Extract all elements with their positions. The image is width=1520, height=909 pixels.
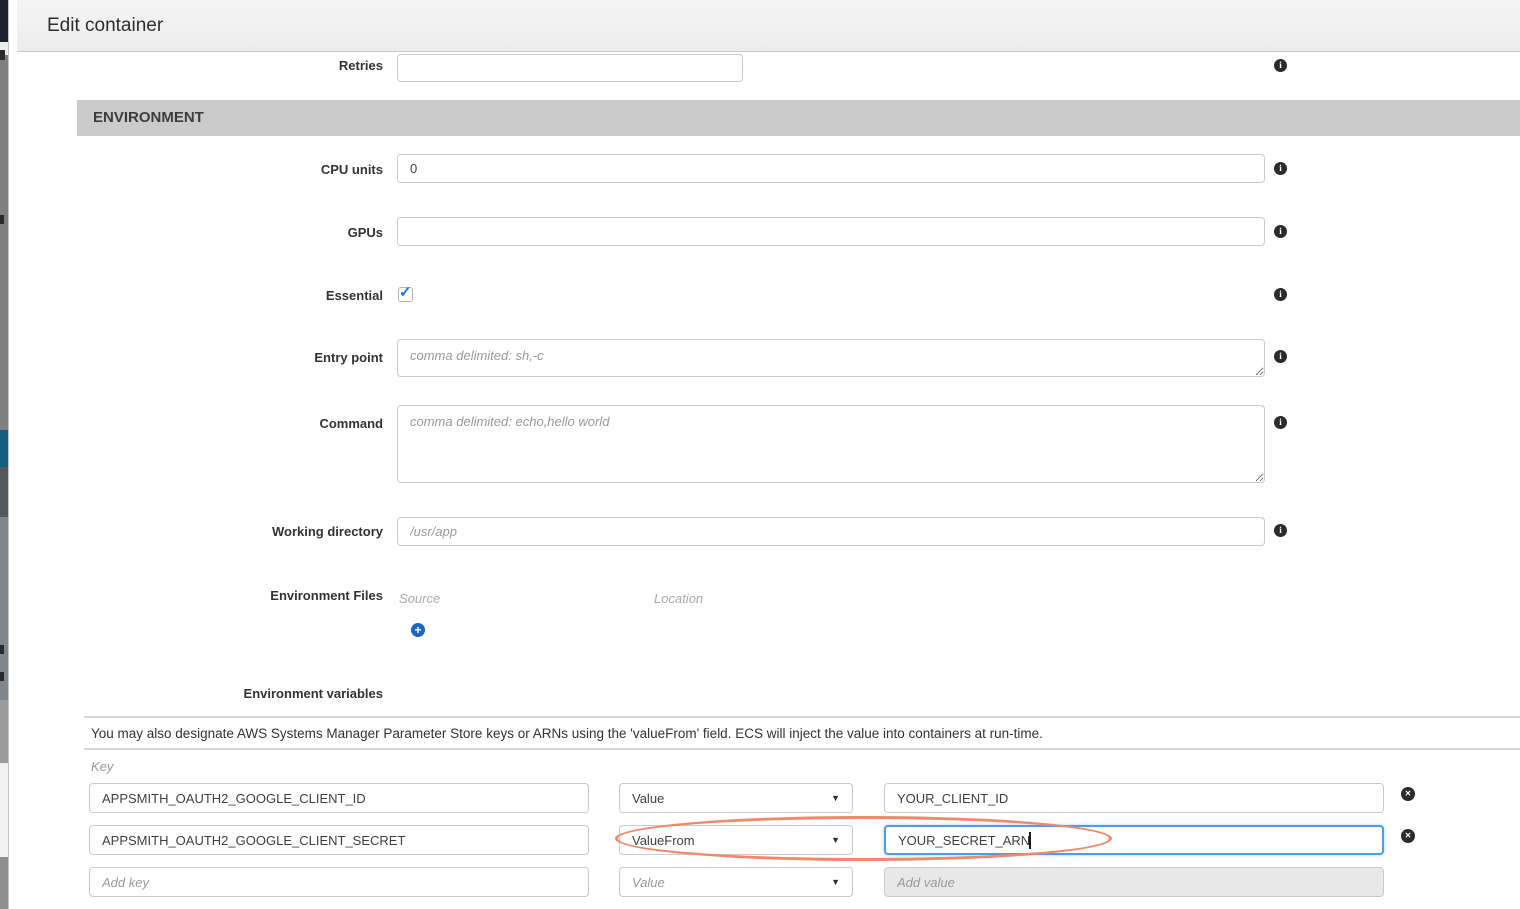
retries-label: Retries — [17, 58, 383, 73]
env-var-key-input[interactable] — [89, 783, 589, 813]
entry-point-label: Entry point — [17, 350, 383, 365]
select-value: Value — [632, 791, 664, 806]
command-input[interactable] — [397, 405, 1265, 483]
info-icon[interactable]: i — [1274, 225, 1287, 238]
entry-point-input[interactable] — [397, 339, 1265, 377]
env-var-value-input-focused[interactable] — [884, 825, 1384, 855]
text-caret — [1029, 832, 1031, 849]
env-var-type-select[interactable]: Value ▼ — [619, 867, 853, 897]
chevron-down-icon: ▼ — [831, 793, 840, 803]
command-label: Command — [17, 416, 383, 431]
select-value: Value — [632, 875, 665, 890]
env-var-type-select[interactable]: ValueFrom ▼ — [619, 825, 853, 855]
divider — [84, 716, 1520, 718]
gpus-label: GPUs — [17, 225, 383, 240]
add-environment-file-button[interactable]: + — [411, 623, 425, 637]
environment-files-label: Environment Files — [17, 588, 383, 603]
info-icon[interactable]: i — [1274, 416, 1287, 429]
env-files-source-header: Source — [399, 591, 440, 606]
env-var-key-input[interactable] — [89, 825, 589, 855]
dialog-header: Edit container — [17, 0, 1520, 52]
env-var-value-input[interactable] — [884, 783, 1384, 813]
essential-checkbox[interactable]: ✓ — [398, 287, 413, 302]
info-icon[interactable]: i — [1274, 350, 1287, 363]
plus-icon: + — [414, 624, 421, 636]
env-var-type-select[interactable]: Value ▼ — [619, 783, 853, 813]
checkmark-icon: ✓ — [399, 283, 412, 301]
environment-variables-note: You may also designate AWS Systems Manag… — [91, 726, 1391, 741]
env-files-location-header: Location — [654, 591, 703, 606]
edit-container-dialog: Edit container Retries i ENVIRONMENT CPU… — [8, 0, 1520, 909]
env-var-value-input-disabled — [884, 867, 1384, 897]
working-directory-input[interactable] — [397, 517, 1265, 546]
remove-row-icon[interactable]: ✕ — [1401, 787, 1415, 801]
environment-section-header: ENVIRONMENT — [77, 100, 1520, 136]
working-directory-label: Working directory — [17, 524, 383, 539]
chevron-down-icon: ▼ — [831, 835, 840, 845]
cpu-units-label: CPU units — [17, 162, 383, 177]
dialog-title: Edit container — [47, 0, 163, 52]
screen: Edit container Retries i ENVIRONMENT CPU… — [0, 0, 1520, 909]
info-icon[interactable]: i — [1274, 288, 1287, 301]
chevron-down-icon: ▼ — [831, 877, 840, 887]
remove-row-icon[interactable]: ✕ — [1401, 829, 1415, 843]
divider — [84, 748, 1520, 750]
background-blue-strip — [0, 430, 8, 467]
select-value: ValueFrom — [632, 833, 695, 848]
info-icon[interactable]: i — [1274, 162, 1287, 175]
info-icon[interactable]: i — [1274, 59, 1287, 72]
environment-variables-label: Environment variables — [17, 686, 383, 701]
info-icon[interactable]: i — [1274, 524, 1287, 537]
env-var-key-input[interactable] — [89, 867, 589, 897]
key-column-header: Key — [91, 759, 113, 774]
gpus-input[interactable] — [397, 217, 1265, 246]
essential-label: Essential — [17, 288, 383, 303]
retries-input[interactable] — [397, 54, 743, 82]
environment-section-title: ENVIRONMENT — [77, 100, 1520, 136]
cpu-units-input[interactable] — [397, 154, 1265, 183]
